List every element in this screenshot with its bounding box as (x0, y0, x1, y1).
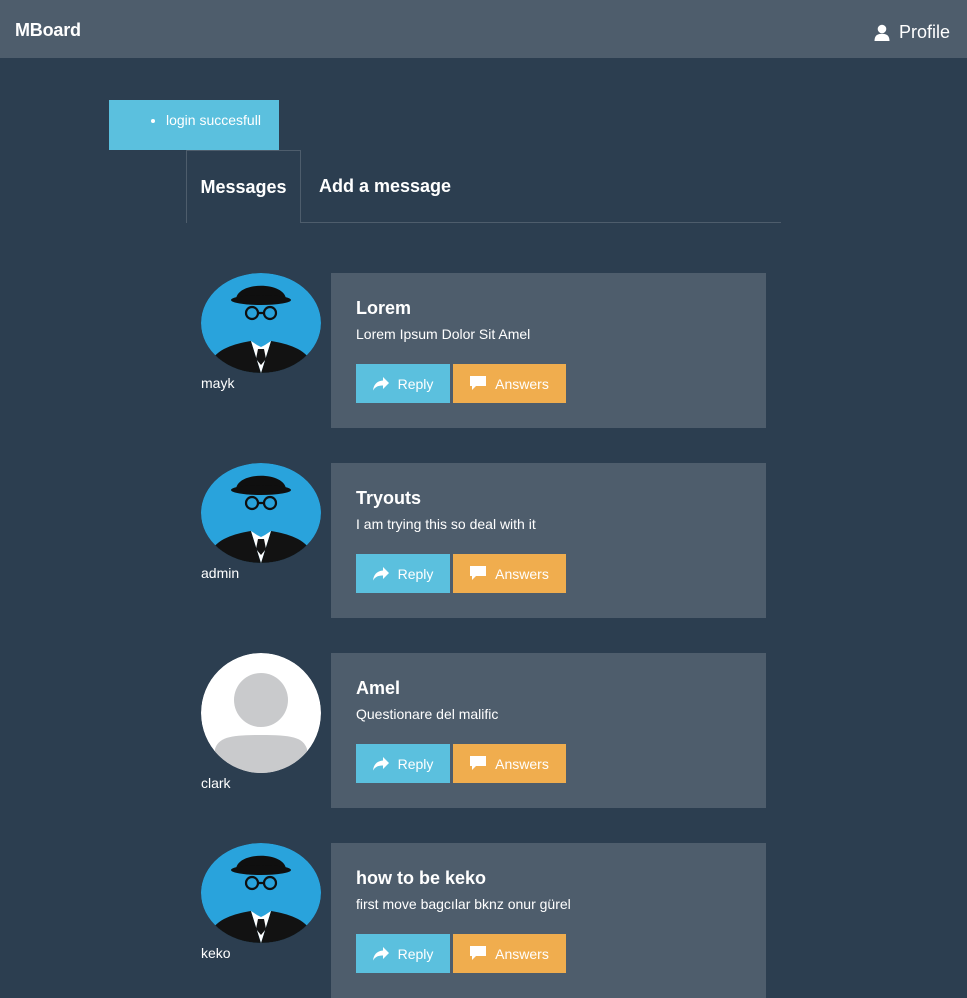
answers-label: Answers (495, 945, 549, 962)
share-icon (372, 376, 389, 391)
message-item: keko how to be keko first move bagcılar … (201, 843, 766, 998)
message-title: Lorem (356, 298, 412, 318)
answers-label: Answers (495, 375, 549, 392)
user-icon (874, 24, 890, 41)
message-username[interactable]: clark (201, 775, 231, 791)
message-card: Lorem Lorem Ipsum Dolor Sit Amel Reply A… (331, 273, 766, 428)
reply-button[interactable]: Reply (356, 364, 450, 403)
message-username[interactable]: keko (201, 945, 231, 961)
navbar: MBoard Profile (0, 0, 967, 58)
reply-button[interactable]: Reply (356, 554, 450, 593)
alert-list: login succesfull (166, 112, 261, 128)
comment-icon (470, 566, 487, 581)
login-alert: login succesfull (109, 100, 279, 150)
answers-button[interactable]: Answers (453, 364, 566, 403)
reply-label: Reply (397, 755, 434, 772)
brand-logo[interactable]: MBoard (15, 20, 81, 41)
profile-link[interactable]: Profile (874, 22, 950, 43)
gentleman-avatar (201, 463, 321, 563)
message-body: Questionare del malific (356, 706, 499, 722)
message-tabs: Messages Add a message (186, 150, 781, 223)
reply-button[interactable]: Reply (356, 934, 450, 973)
message-body: Lorem Ipsum Dolor Sit Amel (356, 326, 531, 342)
answers-label: Answers (495, 755, 549, 772)
message-title: how to be keko (356, 868, 487, 888)
gentleman-avatar (201, 273, 321, 373)
tab-messages[interactable]: Messages (186, 150, 301, 223)
answers-button[interactable]: Answers (453, 934, 566, 973)
reply-label: Reply (397, 565, 434, 582)
answers-button[interactable]: Answers (453, 744, 566, 783)
reply-button[interactable]: Reply (356, 744, 450, 783)
share-icon (372, 946, 389, 961)
default-user-avatar (201, 653, 321, 773)
message-card: how to be keko first move bagcılar bknz … (331, 843, 766, 998)
message-item: mayk Lorem Lorem Ipsum Dolor Sit Amel Re… (201, 273, 766, 428)
gentleman-avatar (201, 843, 321, 943)
message-body: first move bagcılar bknz onur gürel (356, 896, 571, 912)
reply-label: Reply (397, 375, 434, 392)
alert-message: login succesfull (166, 112, 261, 128)
tab-add-message[interactable]: Add a message (319, 150, 451, 222)
message-title: Amel (356, 678, 401, 698)
profile-label: Profile (898, 22, 950, 42)
comment-icon (470, 756, 487, 771)
message-card: Tryouts I am trying this so deal with it… (331, 463, 766, 618)
message-username[interactable]: mayk (201, 375, 234, 391)
message-item: admin Tryouts I am trying this so deal w… (201, 463, 766, 618)
message-item: clark Amel Questionare del malific Reply… (201, 653, 766, 808)
message-username[interactable]: admin (201, 565, 239, 581)
message-card: Amel Questionare del malific Reply Answe… (331, 653, 766, 808)
message-title: Tryouts (356, 488, 422, 508)
answers-label: Answers (495, 565, 549, 582)
message-body: I am trying this so deal with it (356, 516, 536, 532)
answers-button[interactable]: Answers (453, 554, 566, 593)
comment-icon (470, 376, 487, 391)
comment-icon (470, 946, 487, 961)
reply-label: Reply (397, 945, 434, 962)
share-icon (372, 756, 389, 771)
share-icon (372, 566, 389, 581)
